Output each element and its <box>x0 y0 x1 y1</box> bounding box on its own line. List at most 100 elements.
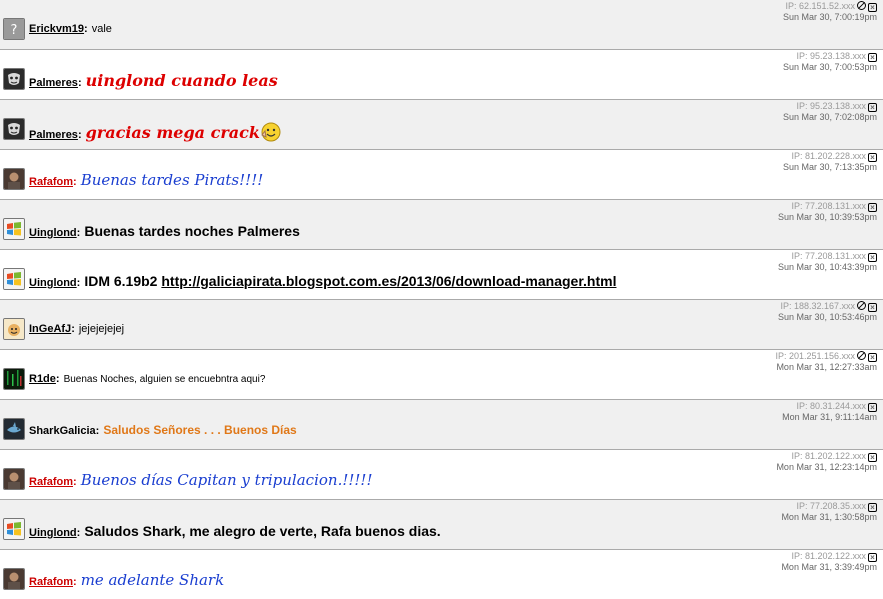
shout-date: Mon Mar 31, 12:27:33am <box>776 362 877 372</box>
delete-shout-icon[interactable]: × <box>868 153 877 162</box>
shout-date: Sun Mar 30, 7:02:08pm <box>782 112 877 122</box>
username-link[interactable]: Palmeres <box>29 129 78 141</box>
username-colon: : <box>76 277 81 289</box>
shark-avatar <box>3 418 25 440</box>
username-colon: : <box>71 323 75 335</box>
shout-message-line: SharkGalicia: Saludos Señores . . . Bueno… <box>29 423 753 437</box>
delete-shout-icon[interactable]: × <box>868 3 877 12</box>
shout-message-line: Uinglond: IDM 6.19b2 http://galiciapirata… <box>29 273 753 289</box>
portrait-avatar <box>3 468 25 490</box>
shout-message-line: Uinglond: Buenas tardes noches Palmeres <box>29 223 753 239</box>
windows-avatar <box>3 218 25 240</box>
ip-address: IP: 81.202.122.xxx <box>791 551 866 561</box>
username-colon: : <box>84 23 88 35</box>
shout-meta: IP: 62.151.52.xxx × Sun Mar 30, 7:00:19pm <box>783 1 877 23</box>
username-link[interactable]: Uinglond <box>29 527 77 539</box>
username-colon: : <box>77 129 82 141</box>
ip-address: IP: 81.202.228.xxx <box>791 151 866 161</box>
delete-shout-icon[interactable]: × <box>868 353 877 362</box>
shout-text: IDM 6.19b2 http://galiciapirata.blogspot… <box>84 273 617 289</box>
username-link[interactable]: Rafafom <box>29 476 73 488</box>
shout-message-line: Rafafom: Buenas tardes Pirats!!!! <box>29 171 753 189</box>
shout-date: Mon Mar 31, 3:39:49pm <box>781 562 877 572</box>
shout-text: Buenas tardes Pirats!!!! <box>80 171 264 189</box>
shout-row: IP: 62.151.52.xxx × Sun Mar 30, 7:00:19pm?… <box>0 0 883 50</box>
shout-message-line: Rafafom: me adelante Shark <box>29 571 753 589</box>
ip-address: IP: 81.202.122.xxx <box>791 451 866 461</box>
username-colon: : <box>76 527 81 539</box>
shout-meta: IP: 81.202.122.xxx × Mon Mar 31, 12:23:14p… <box>776 451 877 473</box>
mask-avatar <box>3 68 25 90</box>
shout-date: Sun Mar 30, 10:43:39pm <box>777 262 877 272</box>
delete-shout-icon[interactable]: × <box>868 503 877 512</box>
block-ip-icon[interactable] <box>857 351 866 360</box>
shout-meta: IP: 80.31.244.xxx × Mon Mar 31, 9:11:14am <box>782 401 877 423</box>
shout-meta: IP: 201.251.156.xxx × Mon Mar 31, 12:27:33… <box>775 351 877 373</box>
shout-row: IP: 95.23.138.xxx × Sun Mar 30, 7:02:08pm P… <box>0 100 883 150</box>
delete-shout-icon[interactable]: × <box>868 253 877 262</box>
shout-date: Mon Mar 31, 12:23:14pm <box>776 462 877 472</box>
delete-shout-icon[interactable]: × <box>868 403 877 412</box>
shout-date: Sun Mar 30, 7:00:19pm <box>782 12 877 22</box>
shout-date: Sun Mar 30, 7:00:53pm <box>782 62 877 72</box>
shout-message-line: InGeAfJ: jejejejejej <box>29 323 753 335</box>
shout-message-line: R1de: Buenas Noches, alguien se encuebntr… <box>29 373 753 385</box>
delete-shout-icon[interactable]: × <box>868 53 877 62</box>
username-colon: : <box>95 425 100 437</box>
question-avatar: ? <box>3 18 25 40</box>
shout-text: Buenas tardes noches Palmeres <box>84 223 300 239</box>
shout-row: IP: 77.208.35.xxx × Mon Mar 31, 1:30:58pm U… <box>0 500 883 550</box>
delete-shout-icon[interactable]: × <box>868 453 877 462</box>
shout-meta: IP: 95.23.138.xxx × Sun Mar 30, 7:00:53pm <box>783 51 877 73</box>
mask-avatar <box>3 118 25 140</box>
username-link[interactable]: Rafafom <box>29 176 73 188</box>
shout-row: IP: 81.202.122.xxx × Mon Mar 31, 12:23:14p… <box>0 450 883 500</box>
shout-row: IP: 80.31.244.xxx × Mon Mar 31, 9:11:14am S… <box>0 400 883 450</box>
shout-message-line: Palmeres: gracias mega crack <box>29 121 753 143</box>
shout-row: IP: 95.23.138.xxx × Sun Mar 30, 7:00:53pm P… <box>0 50 883 100</box>
portrait-avatar <box>3 568 25 590</box>
username-link[interactable]: Palmeres <box>29 77 78 89</box>
portrait-avatar <box>3 168 25 190</box>
shout-message-line: Rafafom: Buenos días Capitan y tripulacio… <box>29 471 753 489</box>
shout-meta: IP: 77.208.131.xxx × Sun Mar 30, 10:39:53p… <box>778 201 877 223</box>
username-link[interactable]: Uinglond <box>29 277 77 289</box>
shout-date: Sun Mar 30, 10:53:46pm <box>777 312 877 322</box>
username-colon: : <box>76 227 81 239</box>
username-link[interactable]: SharkGalicia <box>29 425 96 437</box>
block-ip-icon[interactable] <box>857 1 866 10</box>
delete-shout-icon[interactable]: × <box>868 303 877 312</box>
shout-text: Saludos Señores . . . Buenos Días <box>103 423 297 437</box>
username-colon: : <box>77 77 82 89</box>
shout-row: IP: 81.202.228.xxx × Sun Mar 30, 7:13:35pm… <box>0 150 883 200</box>
message-link[interactable]: http://galiciapirata.blogspot.com.es/201… <box>161 273 616 289</box>
shout-date: Sun Mar 30, 7:13:35pm <box>782 162 877 172</box>
delete-shout-icon[interactable]: × <box>868 203 877 212</box>
block-ip-icon[interactable] <box>857 301 866 310</box>
shout-meta: IP: 81.202.122.xxx × Mon Mar 31, 3:39:49pm <box>781 551 877 573</box>
username-link[interactable]: InGeAfJ <box>29 323 71 335</box>
shout-text: Buenas Noches, alguien se encuebntra aqu… <box>63 374 266 385</box>
username-link[interactable]: Rafafom <box>29 576 73 588</box>
shout-meta: IP: 77.208.131.xxx × Sun Mar 30, 10:43:39p… <box>778 251 877 273</box>
shout-meta: IP: 81.202.228.xxx × Sun Mar 30, 7:13:35pm <box>783 151 877 173</box>
ip-address: IP: 95.23.138.xxx <box>796 51 866 61</box>
delete-shout-icon[interactable]: × <box>868 553 877 562</box>
username-colon: : <box>73 176 77 188</box>
shout-meta: IP: 188.32.167.xxx × Sun Mar 30, 10:53:46p… <box>778 301 877 323</box>
shout-text: Buenos días Capitan y tripulacion.!!!!! <box>80 471 373 489</box>
thumbs-up-smiley-icon <box>260 122 282 142</box>
shout-text: me adelante Shark <box>80 571 225 589</box>
cartoon-avatar <box>3 318 25 340</box>
svg-text:?: ? <box>11 23 18 38</box>
shout-message-line: Uinglond: Saludos Shark, me alegro de ver… <box>29 523 753 539</box>
shout-row: IP: 201.251.156.xxx × Mon Mar 31, 12:27:33… <box>0 350 883 400</box>
shout-row: IP: 188.32.167.xxx × Sun Mar 30, 10:53:46p… <box>0 300 883 350</box>
username-link[interactable]: Erickvm19 <box>29 23 84 35</box>
username-link[interactable]: Uinglond <box>29 227 77 239</box>
delete-shout-icon[interactable]: × <box>868 103 877 112</box>
shout-text: uinglond cuando leas <box>85 71 278 90</box>
shout-row: IP: 77.208.131.xxx × Sun Mar 30, 10:39:53p… <box>0 200 883 250</box>
username-link[interactable]: R1de <box>29 373 56 385</box>
ip-address: IP: 77.208.35.xxx <box>796 501 866 511</box>
